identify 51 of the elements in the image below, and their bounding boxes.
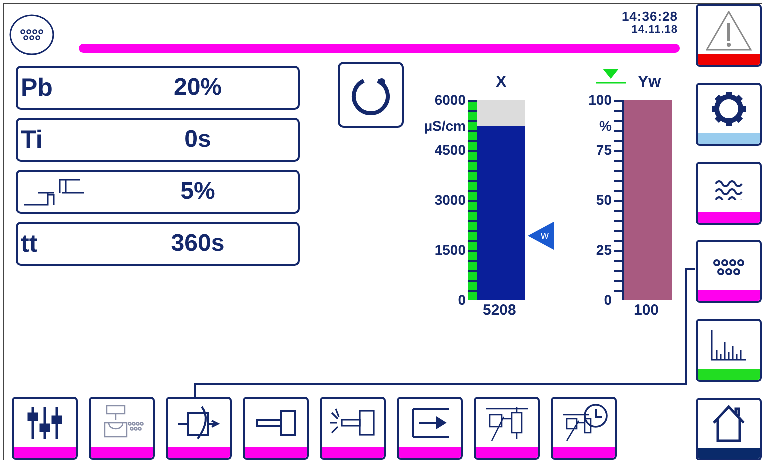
scale-label: 1500 (434, 242, 466, 258)
toolbar-button[interactable] (320, 397, 386, 460)
bar-chart-icon (711, 329, 747, 362)
scale-label: 75 (596, 142, 612, 158)
parameter-field[interactable]: 5% (16, 170, 300, 214)
power-button[interactable] (338, 62, 404, 128)
scale-label: 25 (596, 242, 612, 258)
waves-icon (715, 178, 743, 200)
settings-icon (710, 90, 748, 128)
gauge-reading: 5208 (483, 302, 516, 319)
parameter-field[interactable]: tt 360s (16, 222, 300, 266)
dots-icon[interactable] (9, 14, 55, 56)
step-icon (22, 177, 86, 207)
home-icon (712, 404, 746, 443)
scale-label: 0 (458, 292, 466, 308)
nav-button[interactable] (696, 162, 762, 225)
nav-button[interactable] (696, 319, 762, 382)
nav-button[interactable] (696, 398, 762, 460)
date-text: 14.11.18 (632, 24, 678, 36)
scale-label: 4500 (434, 142, 466, 158)
scale-label: 3000 (434, 192, 466, 208)
scale-label: 50 (596, 192, 612, 208)
parameter-field[interactable]: Ti 0s (16, 118, 300, 162)
toolbar-button[interactable] (89, 397, 155, 460)
nav-button[interactable] (696, 4, 762, 67)
triangle-marker-icon (596, 68, 626, 84)
unit-label: µS/cm (424, 118, 466, 134)
parameter-field[interactable]: Pb 20% (16, 66, 300, 110)
parameter-value: 20% (172, 74, 224, 102)
setpoint-marker: w (528, 222, 554, 250)
scale-label: 0 (604, 292, 612, 308)
toolbar-button[interactable] (551, 397, 617, 460)
toolbar-button[interactable] (474, 397, 540, 460)
dots-icon (713, 259, 745, 276)
toolbar-button[interactable] (12, 397, 78, 460)
warning-icon (706, 11, 752, 51)
parameter-value: 5% (180, 178, 216, 206)
clock-time: 14:36:28 (622, 9, 678, 24)
parameter-value: 0s (184, 126, 212, 154)
parameter-value: 360s (170, 230, 226, 258)
toolbar-button[interactable] (243, 397, 309, 460)
toolbar-button[interactable] (397, 397, 463, 460)
scale-label: 100 (588, 92, 612, 108)
gauge-reading: 100 (634, 302, 660, 319)
gauge-title: X (496, 74, 507, 92)
nav-button[interactable] (696, 240, 762, 304)
unit-label: % (600, 118, 612, 134)
scale-label: 6000 (434, 92, 466, 108)
nav-button[interactable] (696, 82, 762, 146)
gauge-title: Yw (638, 74, 662, 92)
toolbar-button[interactable] (166, 397, 232, 460)
